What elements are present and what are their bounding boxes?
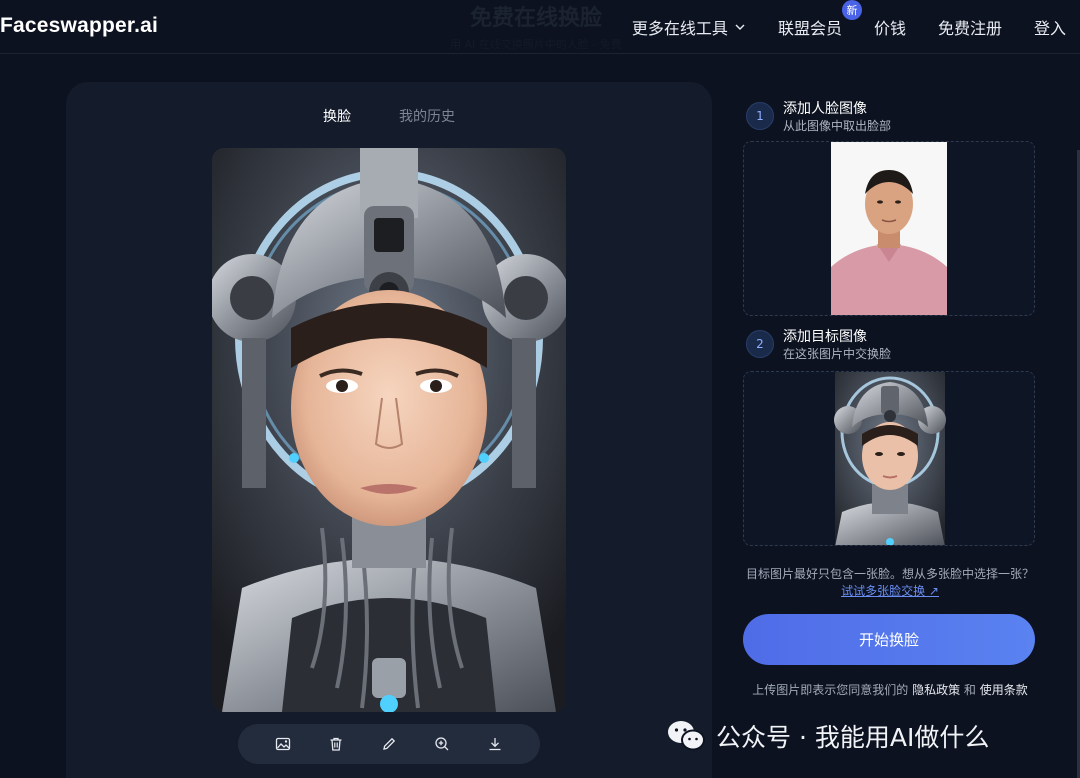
result-tabs: 换脸 我的历史	[66, 106, 712, 126]
nav-affiliate[interactable]: 联盟会员 新	[777, 0, 862, 39]
zoom-in-icon	[435, 737, 449, 751]
privacy-policy-link[interactable]: 隐私政策	[912, 683, 960, 697]
terms-and: 和	[963, 683, 976, 697]
nav-affiliate-label: 联盟会员	[777, 19, 842, 38]
step-title: 添加目标图像	[783, 329, 867, 345]
target-image-preview	[834, 372, 946, 545]
step-1-text: 添加人脸图像 从此图像中取出脸部	[783, 100, 891, 134]
image-toolbar	[238, 724, 540, 764]
step-2-text: 添加目标图像 在这张图片中交换脸	[783, 328, 891, 362]
chevron-down-icon	[735, 24, 745, 30]
trash-icon	[330, 737, 342, 751]
edit-button[interactable]	[375, 730, 403, 758]
terms-notice: 上传图片即表示您同意我们的 隐私政策 和 使用条款	[744, 681, 1036, 698]
face-image-dropzone[interactable]	[743, 141, 1035, 316]
watermark-text: 公众号 · 我能用AI做什么	[716, 723, 990, 752]
download-button[interactable]	[481, 730, 509, 758]
terms-prefix: 上传图片即表示您同意我们的	[752, 683, 909, 697]
tab-my-history[interactable]: 我的历史	[399, 106, 455, 126]
main-nav: 更多在线工具 联盟会员 新 价钱 免费注册 登入	[600, 0, 1066, 54]
zoom-in-button[interactable]	[428, 730, 456, 758]
site-logo[interactable]: Faceswapper.ai	[0, 14, 158, 38]
ghost-page-subtitle: 用 AI 在线交换照片中的人脸 - 免费	[450, 38, 622, 51]
top-header: 免费在线换脸 用 AI 在线交换照片中的人脸 - 免费 Faceswapper.…	[0, 0, 1080, 54]
nav-login[interactable]: 登入	[1034, 15, 1066, 39]
nav-more-tools[interactable]: 更多在线工具	[632, 15, 746, 39]
multi-face-swap-link[interactable]: 试试多张脸交换 ↗	[841, 584, 939, 598]
result-panel: 换脸 我的历史	[66, 82, 712, 778]
robot-portrait-illustration	[212, 148, 566, 712]
step-number: 2	[746, 330, 774, 358]
wechat-icon	[668, 721, 705, 751]
image-button[interactable]	[269, 730, 297, 758]
image-icon	[275, 737, 290, 751]
nav-pricing[interactable]: 价钱	[874, 15, 906, 39]
delete-button[interactable]	[322, 730, 350, 758]
step-number: 1	[746, 102, 774, 130]
target-image-hint: 目标图片最好只包含一张脸。想从多张脸中选择一张？ 试试多张脸交换 ↗	[744, 566, 1036, 600]
wechat-watermark: 公众号 · 我能用AI做什么	[666, 718, 989, 754]
download-icon	[489, 738, 501, 751]
nav-more-tools-label: 更多在线工具	[631, 19, 728, 38]
ghost-page-title: 免费在线换脸	[470, 6, 603, 31]
start-face-swap-button[interactable]: 开始换脸	[743, 614, 1035, 665]
step-subtitle: 从此图像中取出脸部	[783, 119, 892, 133]
new-badge: 新	[841, 0, 862, 20]
hint-text: 目标图片最好只包含一张脸。想从多张脸中选择一张？	[745, 567, 1034, 581]
result-image	[212, 148, 566, 712]
pencil-icon	[383, 737, 396, 750]
step-2: 2 添加目标图像 在这张图片中交换脸	[746, 328, 891, 362]
face-image-preview	[831, 142, 947, 315]
step-subtitle: 在这张图片中交换脸	[783, 347, 892, 361]
tab-face-swap[interactable]: 换脸	[323, 106, 351, 126]
terms-of-use-link[interactable]: 使用条款	[980, 683, 1028, 697]
step-1: 1 添加人脸图像 从此图像中取出脸部	[746, 100, 891, 134]
step-title: 添加人脸图像	[783, 101, 867, 117]
nav-signup[interactable]: 免费注册	[938, 15, 1002, 39]
target-image-dropzone[interactable]	[743, 371, 1035, 546]
